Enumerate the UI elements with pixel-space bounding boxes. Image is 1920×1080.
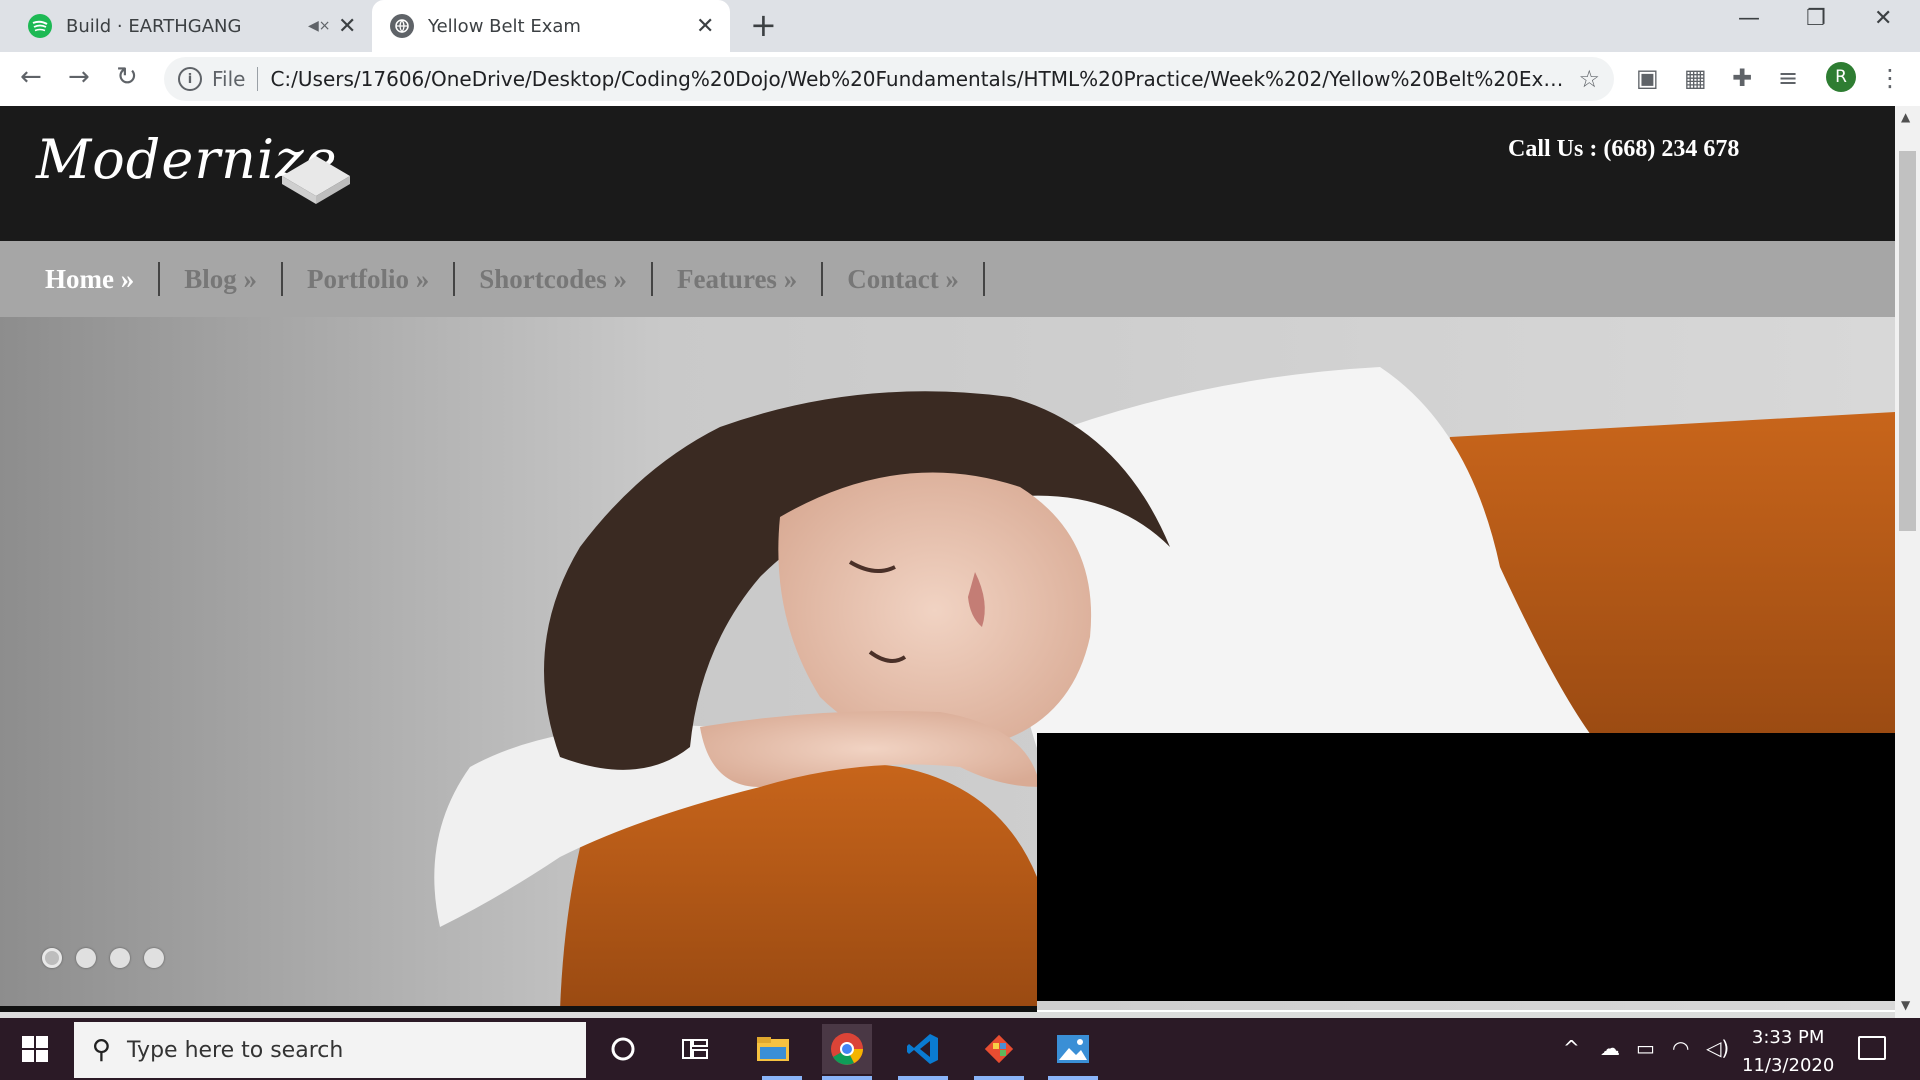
running-indicator [898,1076,948,1080]
windows-start-icon[interactable] [22,1036,48,1062]
search-placeholder: Type here to search [127,1037,344,1063]
scroll-thumb[interactable] [1899,151,1916,531]
running-indicator [1048,1076,1098,1080]
divider [257,67,259,91]
browser-toolbar: ← → ↻ i File C:/Users/17606/OneDrive/Des… [0,52,1920,107]
close-icon[interactable]: ✕ [338,14,356,39]
volume-icon[interactable]: ◁) [1706,1036,1729,1060]
address-bar[interactable]: i File C:/Users/17606/OneDrive/Desktop/C… [164,57,1614,101]
running-indicator [974,1076,1024,1080]
running-indicator [762,1076,802,1080]
clock-date: 11/3/2020 [1742,1055,1835,1076]
puzzle-icon[interactable]: ✚ [1732,64,1752,92]
close-window-icon[interactable]: ✕ [1874,6,1892,31]
battery-icon[interactable]: ▭ [1636,1036,1655,1060]
extension-icon[interactable]: ▣ [1636,64,1659,92]
media-control-icon[interactable]: ≡ [1778,64,1798,92]
slider-dot[interactable] [110,948,130,968]
reload-icon[interactable]: ↻ [116,62,138,92]
extension-icon[interactable]: ▦ [1684,64,1707,92]
task-view-icon[interactable] [670,1024,720,1074]
cortana-icon[interactable] [598,1024,648,1074]
tab-title: Build · EARTHGANG [66,15,242,37]
tab-strip: Build · EARTHGANG ◀× ✕ Yellow Belt Exam … [0,0,1920,52]
search-icon: ⚲ [92,1035,112,1065]
slider-dot[interactable] [76,948,96,968]
slider-dot[interactable] [144,948,164,968]
vertical-scrollbar[interactable]: ▲ ▼ [1895,106,1920,1018]
menu-icon[interactable]: ⋮ [1878,64,1902,92]
running-indicator [822,1076,872,1080]
forward-icon[interactable]: → [68,62,90,92]
slider-dots [42,948,164,968]
call-us-text: Call Us : (668) 234 678 [1508,136,1740,162]
git-icon[interactable] [974,1024,1024,1074]
photos-icon[interactable] [1048,1024,1098,1074]
globe-icon [390,14,414,38]
close-icon[interactable]: ✕ [696,14,714,39]
slider-dot[interactable] [42,948,62,968]
file-explorer-icon[interactable] [748,1024,798,1074]
notification-icon[interactable] [1858,1036,1886,1060]
new-tab-icon[interactable]: + [750,6,777,44]
diamond-logo-icon [282,156,350,204]
onedrive-icon[interactable]: ☁ [1600,1036,1620,1060]
tab-yellow-belt[interactable]: Yellow Belt Exam ✕ [372,0,730,52]
web-page: Modernize Call Us : (668) 234 678 Home »… [0,106,1895,1018]
spotify-icon [28,14,52,38]
wifi-icon[interactable]: ◠ [1672,1036,1689,1060]
caption-box [1037,733,1895,1001]
tab-title: Yellow Belt Exam [428,15,581,37]
chrome-icon[interactable] [822,1024,872,1074]
speaker-mute-icon[interactable]: ◀× [308,18,331,34]
info-icon[interactable]: i [178,67,202,91]
taskbar-search[interactable]: ⚲ Type here to search [74,1022,586,1078]
nav-blog[interactable]: Blog » [160,262,283,296]
nav-home[interactable]: Home » [0,262,161,296]
main-nav: Home » Blog » Portfolio » Shortcodes » F… [0,241,1895,317]
back-icon[interactable]: ← [20,62,42,92]
restore-icon[interactable]: ❐ [1806,6,1826,31]
bookmark-star-icon[interactable]: ☆ [1578,65,1600,93]
vscode-icon[interactable] [898,1024,948,1074]
clock-time: 3:33 PM [1751,1027,1825,1048]
scroll-down-icon[interactable]: ▼ [1901,998,1910,1012]
nav-shortcodes[interactable]: Shortcodes » [455,262,653,296]
tab-spotify[interactable]: Build · EARTHGANG ◀× ✕ [28,0,358,52]
nav-features[interactable]: Features » [653,262,824,296]
minimize-icon[interactable]: — [1738,6,1760,31]
chevron-up-icon[interactable]: ^ [1563,1036,1580,1060]
site-header: Modernize Call Us : (668) 234 678 [0,106,1895,241]
avatar[interactable]: R [1826,62,1856,92]
url-text[interactable]: C:/Users/17606/OneDrive/Desktop/Coding%2… [270,67,1570,91]
scroll-up-icon[interactable]: ▲ [1901,110,1910,124]
nav-portfolio[interactable]: Portfolio » [283,262,456,296]
nav-contact[interactable]: Contact » [823,262,985,296]
system-clock[interactable]: 3:33 PM 11/3/2020 [1742,1024,1834,1080]
scheme-label: File [212,67,246,91]
